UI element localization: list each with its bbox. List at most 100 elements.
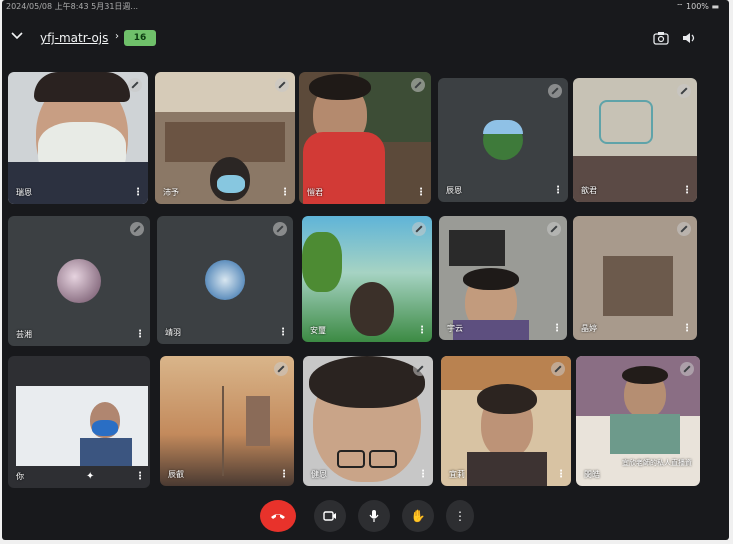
pin-icon[interactable] bbox=[547, 222, 561, 236]
participant-name: 閔皓 bbox=[584, 470, 600, 479]
meeting-top-bar: yfj-matr-ojs › 16 bbox=[2, 22, 729, 52]
pin-icon[interactable] bbox=[412, 222, 426, 236]
pin-icon[interactable] bbox=[677, 222, 691, 236]
participant-name: 辰叡 bbox=[168, 470, 184, 479]
pin-icon[interactable] bbox=[680, 362, 694, 376]
participant-name: 你 bbox=[16, 472, 24, 481]
more-options-icon[interactable]: ⋮ bbox=[556, 470, 566, 480]
face-mask bbox=[217, 175, 245, 193]
glasses bbox=[337, 450, 365, 468]
more-options-icon[interactable]: ⋮ bbox=[279, 470, 289, 480]
participants-badge[interactable]: 16 bbox=[124, 30, 156, 46]
meeting-code[interactable]: yfj-matr-ojs bbox=[40, 31, 108, 45]
more-options-icon[interactable]: ⋮ bbox=[280, 188, 290, 198]
raise-hand-button[interactable]: ✋ bbox=[402, 500, 434, 532]
status-bar: 2024/05/08 上午8:43 5月31日週... ⌔ 100% ▬ bbox=[2, 0, 729, 16]
hang-up-button[interactable] bbox=[260, 500, 296, 532]
participant-tile[interactable]: 你 ✦ ⋮ bbox=[8, 356, 150, 488]
participant-avatar bbox=[205, 260, 245, 300]
participant-avatar bbox=[483, 120, 523, 160]
more-options-icon[interactable]: ⋮ bbox=[682, 186, 692, 196]
pin-icon[interactable] bbox=[677, 84, 691, 98]
more-options-icon[interactable]: ⋮ bbox=[418, 470, 428, 480]
microphone-toggle-button[interactable] bbox=[358, 500, 390, 532]
video-camera-icon bbox=[323, 511, 336, 521]
participant-name: 瑞恩 bbox=[16, 188, 32, 197]
participant-tile[interactable]: 宜莉 ⋮ bbox=[441, 356, 571, 486]
more-options-icon[interactable]: ⋮ bbox=[682, 324, 692, 334]
effects-icon[interactable]: ✦ bbox=[86, 471, 94, 482]
participant-tile[interactable]: 宇云 ⋮ bbox=[439, 216, 567, 340]
glasses bbox=[369, 450, 397, 468]
pin-icon[interactable] bbox=[128, 78, 142, 92]
more-options-icon[interactable]: ⋮ bbox=[133, 188, 143, 198]
wifi-icon: ⌔ bbox=[675, 2, 684, 11]
participant-tile[interactable]: 辰叡 ⋮ bbox=[160, 356, 294, 486]
wall-object bbox=[449, 230, 505, 266]
participant-name: 愷君 bbox=[307, 188, 323, 197]
participant-tile[interactable]: 瑞恩 ⋮ bbox=[8, 72, 148, 204]
participant-tile[interactable]: 閔皓 宜欣老師的私人直播資 bbox=[576, 356, 700, 486]
participant-name: 辰恩 bbox=[446, 186, 462, 195]
more-options-icon[interactable]: ⋮ bbox=[135, 472, 145, 482]
participant-tile[interactable]: 歆君 ⋮ bbox=[573, 78, 697, 202]
more-options-icon[interactable]: ⋮ bbox=[417, 326, 427, 336]
participant-hair bbox=[463, 268, 519, 290]
status-battery: ⌔ 100% ▬ bbox=[676, 2, 719, 12]
call-controls: ✋ ⋮ bbox=[2, 500, 729, 540]
distant-building bbox=[246, 396, 270, 446]
more-options-icon[interactable]: ⋮ bbox=[416, 188, 426, 198]
participant-name: 宜莉 bbox=[449, 470, 465, 479]
pin-icon[interactable] bbox=[411, 78, 425, 92]
pin-icon[interactable] bbox=[130, 222, 144, 236]
participant-tile[interactable]: 芸湘 ⋮ bbox=[8, 216, 150, 346]
window-frame bbox=[222, 386, 224, 476]
more-options-icon[interactable]: ⋮ bbox=[278, 328, 288, 338]
pin-icon[interactable] bbox=[551, 362, 565, 376]
more-vertical-icon: ⋮ bbox=[454, 509, 466, 523]
more-options-button[interactable]: ⋮ bbox=[446, 500, 474, 532]
participant-shirt bbox=[80, 438, 132, 466]
participant-hair bbox=[622, 366, 668, 384]
cabinet bbox=[165, 122, 285, 162]
participant-tile[interactable]: 辰恩 ⋮ bbox=[438, 78, 568, 202]
participant-hair bbox=[309, 74, 371, 100]
participant-tile[interactable]: 安璽 ⋮ bbox=[302, 216, 432, 342]
participant-name: 宇云 bbox=[447, 324, 463, 333]
pin-icon[interactable] bbox=[413, 362, 427, 376]
chevron-down-icon[interactable] bbox=[10, 30, 24, 42]
pin-icon[interactable] bbox=[548, 84, 562, 98]
participant-hair bbox=[477, 384, 537, 414]
hand-icon: ✋ bbox=[410, 509, 426, 523]
background-tree bbox=[302, 232, 342, 292]
participant-video bbox=[350, 282, 394, 336]
video-call-screen: 2024/05/08 上午8:43 5月31日週... ⌔ 100% ▬ yfj… bbox=[2, 0, 729, 540]
pin-icon[interactable] bbox=[275, 78, 289, 92]
participant-hair bbox=[34, 72, 130, 102]
pin-icon[interactable] bbox=[273, 222, 287, 236]
participant-tile[interactable]: 健恩 ⋮ bbox=[303, 356, 433, 486]
speaker-icon[interactable] bbox=[681, 31, 697, 45]
ceiling bbox=[155, 72, 295, 112]
face-mask bbox=[92, 420, 118, 436]
participant-avatar bbox=[57, 259, 101, 303]
participant-name: 歆君 bbox=[581, 186, 597, 195]
room-clutter bbox=[603, 256, 673, 316]
participant-tile[interactable]: 愷君 ⋮ bbox=[299, 72, 431, 204]
chevron-right-icon[interactable]: › bbox=[115, 31, 119, 42]
participant-tile[interactable]: 沛予 ⋮ bbox=[155, 72, 295, 204]
participant-shirt bbox=[610, 414, 680, 454]
wall-decoration bbox=[599, 100, 653, 144]
switch-camera-icon[interactable] bbox=[653, 31, 669, 45]
participant-name: 安璽 bbox=[310, 326, 326, 335]
phone-hangup-icon bbox=[271, 514, 285, 519]
more-options-icon[interactable]: ⋮ bbox=[553, 186, 563, 196]
pin-icon[interactable] bbox=[274, 362, 288, 376]
camera-toggle-button[interactable] bbox=[314, 500, 346, 532]
more-options-icon[interactable]: ⋮ bbox=[552, 324, 562, 334]
more-options-icon[interactable]: ⋮ bbox=[135, 330, 145, 340]
participant-hair bbox=[309, 356, 425, 408]
participant-tile[interactable]: 晶婷 ⋮ bbox=[573, 216, 697, 340]
participant-name: 芸湘 bbox=[16, 330, 32, 339]
participant-tile[interactable]: 靖羽 ⋮ bbox=[157, 216, 293, 344]
